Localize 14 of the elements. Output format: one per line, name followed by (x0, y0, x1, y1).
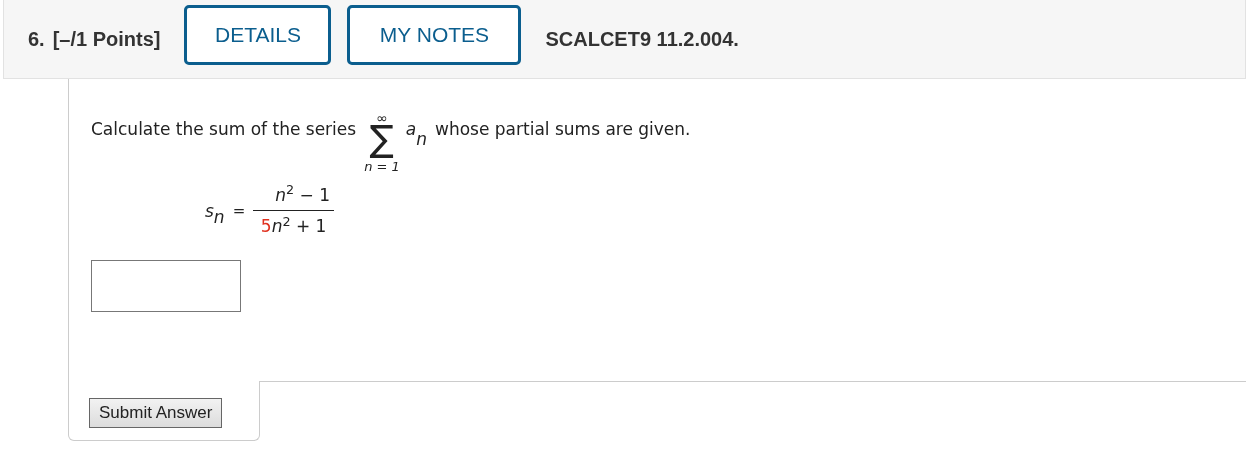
submit-button[interactable]: Submit Answer (89, 398, 223, 428)
summation-sign: ∞∑ n = 1 (364, 111, 400, 173)
equals-sign: = (232, 201, 246, 223)
points-label: [–/1 Points] (52, 27, 161, 52)
question-text: Calculate the sum of the series (91, 118, 357, 142)
answer-field[interactable] (91, 259, 241, 312)
problem-code: SCALCET9 11.2.004. (545, 27, 739, 52)
question-text: whose partial sums are given. (435, 118, 691, 142)
question-number: 6. (28, 27, 45, 52)
fraction: n$^{2}$ − 1 5n$^{2}$ + 1 (253, 182, 334, 240)
header-button[interactable]: MY NOTES (347, 5, 522, 65)
partial-sum-symbol: sn (205, 199, 225, 225)
series-term: an (405, 118, 427, 143)
header-button[interactable]: DETAILS (184, 5, 332, 65)
